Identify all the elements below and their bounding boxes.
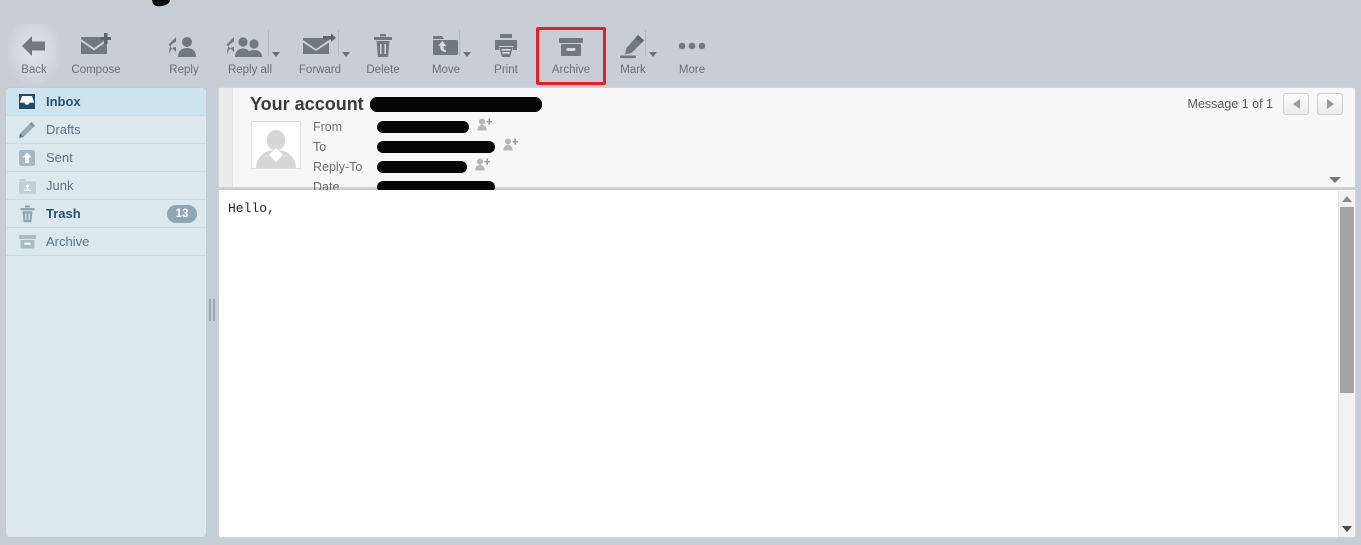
sender-avatar (251, 121, 301, 169)
forward-mail-icon (301, 30, 339, 62)
message-header-panel: Your account From To Reply-To Date Messa… (218, 87, 1356, 194)
message-body-scrollbar[interactable] (1338, 191, 1354, 537)
trash-icon (371, 30, 395, 62)
toolbar-button-back[interactable]: Back (8, 24, 60, 84)
scrollbar-thumb[interactable] (1340, 207, 1354, 393)
inbox-icon (16, 92, 38, 112)
trash-icon (16, 204, 38, 224)
message-header-accent-bar (219, 88, 233, 187)
toolbar-button-reply[interactable]: Reply (155, 24, 213, 84)
chevron-left-icon (1292, 99, 1300, 109)
header-value-reply-to (377, 158, 490, 176)
toolbar-label-delete: Delete (366, 64, 400, 76)
sidebar-label-archive: Archive (46, 234, 90, 249)
header-row-reply-to: Reply-To (313, 158, 518, 176)
folder-sidebar: Inbox Drafts Sent Junk Trash 13 Archive (5, 87, 207, 538)
reply-icon (167, 30, 201, 62)
reply-all-icon (226, 30, 274, 62)
sidebar-item-sent[interactable]: Sent (6, 144, 206, 172)
toolbar-label-move: Move (431, 64, 461, 76)
archive-box-icon (557, 30, 585, 62)
header-key-reply-to: Reply-To (313, 160, 363, 174)
header-value-from (377, 118, 492, 136)
previous-message-button[interactable] (1283, 93, 1309, 115)
sidebar-label-trash: Trash (46, 206, 81, 221)
folder-move-icon (431, 30, 461, 62)
scroll-up-arrow-icon[interactable] (1339, 191, 1355, 207)
toolbar-dropdown-mark[interactable] (649, 52, 657, 57)
top-edge-artifact (150, 0, 172, 8)
pencil-icon (16, 120, 38, 140)
add-contact-icon[interactable] (475, 158, 490, 176)
sidebar-badge-trash: 13 (167, 205, 197, 223)
sidebar-splitter-handle[interactable] (208, 87, 216, 538)
expand-headers-chevron-down-icon[interactable] (1329, 177, 1341, 183)
header-value-to (377, 138, 518, 156)
back-arrow-icon (19, 30, 49, 62)
toolbar-button-archive[interactable]: Archive (540, 24, 602, 84)
splitter-grip-icon (209, 299, 215, 321)
header-row-from: From (313, 118, 518, 136)
marker-pen-icon (618, 30, 648, 62)
toolbar-button-compose[interactable]: Compose (62, 24, 130, 84)
message-subject-redaction (369, 97, 542, 112)
sidebar-label-drafts: Drafts (46, 122, 81, 137)
toolbar-label-compose: Compose (71, 64, 121, 76)
message-body-panel: Hello, (218, 190, 1356, 538)
sidebar-item-archive[interactable]: Archive (6, 228, 206, 256)
sidebar-item-drafts[interactable]: Drafts (6, 116, 206, 144)
toolbar-label-forward: Forward (298, 64, 342, 76)
header-key-from: From (313, 120, 343, 134)
ellipsis-icon (676, 30, 708, 62)
chevron-down-icon (463, 52, 471, 57)
toolbar-label-reply-all: Reply all (227, 64, 273, 76)
sidebar-label-junk: Junk (46, 178, 74, 193)
add-contact-icon[interactable] (503, 138, 518, 156)
message-subject-text: Your account (250, 94, 364, 114)
webmail-app: Back Compose Reply Reply all Forward Del… (0, 0, 1361, 545)
archive-icon (16, 232, 38, 252)
toolbar-label-more: More (678, 64, 706, 76)
toolbar-label-archive: Archive (551, 64, 591, 76)
toolbar-button-more[interactable]: More (668, 24, 716, 84)
printer-icon (492, 30, 520, 62)
chevron-down-icon (272, 52, 280, 57)
sidebar-item-inbox[interactable]: Inbox (6, 88, 206, 116)
scroll-down-arrow-icon[interactable] (1339, 521, 1355, 537)
toolbar-button-delete[interactable]: Delete (358, 24, 408, 84)
chevron-down-icon (649, 52, 657, 57)
toolbar-dropdown-forward[interactable] (342, 52, 350, 57)
header-key-to: To (313, 140, 327, 154)
toolbar-label-print: Print (494, 64, 518, 76)
message-toolbar: Back Compose Reply Reply all Forward Del… (0, 22, 1361, 86)
message-header-fields: From To Reply-To Date (313, 118, 518, 198)
sidebar-item-trash[interactable]: Trash 13 (6, 200, 206, 228)
message-counter: Message 1 of 1 (1187, 97, 1273, 111)
toolbar-dropdown-move[interactable] (463, 52, 471, 57)
header-redaction-from (377, 121, 469, 133)
header-row-to: To (313, 138, 518, 156)
toolbar-dropdown-reply-all[interactable] (272, 52, 280, 57)
message-body-text: Hello, (228, 201, 275, 216)
header-redaction-reply-to (377, 161, 467, 173)
sidebar-item-junk[interactable]: Junk (6, 172, 206, 200)
sent-icon (16, 148, 38, 168)
next-message-button[interactable] (1317, 93, 1343, 115)
header-redaction-to (377, 141, 495, 153)
sidebar-label-inbox: Inbox (46, 94, 81, 109)
toolbar-label-back: Back (21, 64, 47, 76)
toolbar-button-print[interactable]: Print (482, 24, 530, 84)
sidebar-label-sent: Sent (46, 150, 73, 165)
add-contact-icon[interactable] (477, 118, 492, 136)
chevron-down-icon (342, 52, 350, 57)
chevron-right-icon (1326, 99, 1334, 109)
toolbar-label-reply: Reply (169, 64, 199, 76)
compose-mail-icon (79, 30, 113, 62)
junk-icon (16, 176, 38, 196)
message-subject: Your account (250, 94, 542, 115)
toolbar-label-mark: Mark (620, 64, 646, 76)
